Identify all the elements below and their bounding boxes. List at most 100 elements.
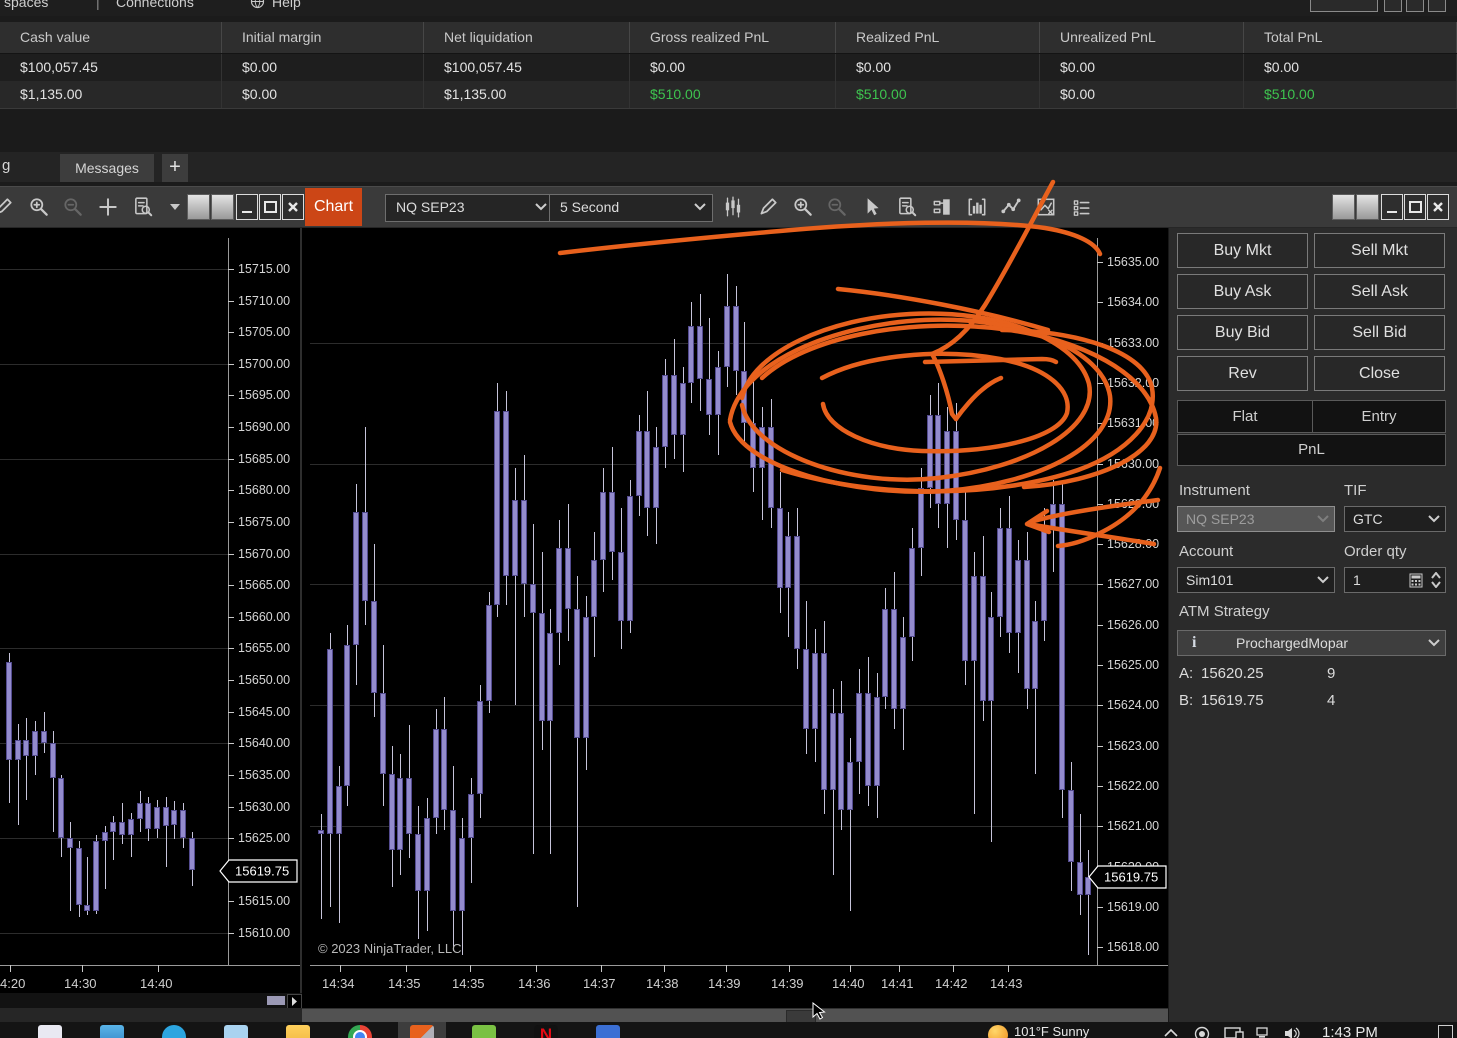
taskbar-ninjatrader-icon[interactable] bbox=[410, 1025, 434, 1038]
titlebar-button[interactable] bbox=[1310, 0, 1378, 12]
buy-mkt-button[interactable]: Buy Mkt bbox=[1177, 233, 1308, 268]
candle bbox=[626, 495, 633, 621]
zoom-out-icon[interactable] bbox=[826, 196, 848, 218]
tab-messages[interactable]: Messages bbox=[60, 154, 154, 182]
maximize-icon[interactable] bbox=[259, 194, 281, 220]
instrument-dropdown[interactable]: NQ SEP23 bbox=[385, 194, 554, 222]
menu-connections[interactable]: Connections bbox=[116, 0, 194, 10]
taskbar-trading-app-icon[interactable] bbox=[472, 1025, 496, 1038]
buy-bid-button[interactable]: Buy Bid bbox=[1177, 315, 1308, 350]
main-chart-scrollbar[interactable] bbox=[302, 1008, 1168, 1024]
tray-record-icon[interactable] bbox=[1194, 1026, 1210, 1038]
zigzag-icon[interactable] bbox=[1000, 196, 1022, 218]
weather-text[interactable]: 101°F Sunny bbox=[1014, 1024, 1089, 1038]
sell-ask-button[interactable]: Sell Ask bbox=[1314, 274, 1445, 309]
candles-icon[interactable] bbox=[722, 196, 744, 218]
entry-indicator[interactable]: Entry bbox=[1313, 401, 1445, 432]
table-row[interactable]: $1,135.00 $0.00 $1,135.00 $510.00 $510.00 $0.… bbox=[0, 81, 1457, 109]
close-icon[interactable] bbox=[1427, 194, 1449, 220]
candle bbox=[1067, 789, 1074, 863]
add-icon[interactable] bbox=[97, 196, 119, 218]
price-axis-tick bbox=[1097, 544, 1103, 545]
column-header[interactable]: Realized PnL bbox=[836, 22, 1040, 53]
column-header[interactable]: Cash value bbox=[0, 22, 222, 53]
tab-partial[interactable]: g bbox=[2, 157, 10, 174]
close-icon[interactable] bbox=[282, 194, 304, 220]
buy-ask-button[interactable]: Buy Ask bbox=[1177, 274, 1308, 309]
workspace-square-button[interactable] bbox=[187, 194, 210, 220]
tray-display-icon[interactable] bbox=[1224, 1027, 1244, 1038]
zoom-out-icon[interactable] bbox=[62, 196, 84, 218]
taskbar-folder-icon[interactable] bbox=[286, 1025, 310, 1038]
column-header[interactable]: Total PnL bbox=[1244, 22, 1457, 53]
flat-indicator[interactable]: Flat bbox=[1178, 401, 1312, 432]
menu-workspaces[interactable]: spaces bbox=[4, 0, 48, 10]
zoom-in-icon[interactable] bbox=[28, 196, 50, 218]
mini-chart-panel[interactable]: 15715.00 15710.00 15705.00 15700.00 15695.00… bbox=[0, 228, 302, 1008]
account-combo[interactable]: Sim101 bbox=[1177, 567, 1335, 593]
draw-icon[interactable] bbox=[0, 196, 14, 218]
table-row[interactable]: $100,057.45 $0.00 $100,057.45 $0.00 $0.00 $0.… bbox=[0, 54, 1457, 81]
taskbar-red-n-app-icon[interactable]: N bbox=[534, 1025, 558, 1038]
scrollbar-handle[interactable] bbox=[267, 996, 285, 1005]
taskbar-telegram-icon[interactable] bbox=[162, 1025, 186, 1038]
minimize-icon[interactable] bbox=[1381, 194, 1403, 220]
weather-sun-icon[interactable] bbox=[988, 1025, 1008, 1038]
column-header[interactable]: Gross realized PnL bbox=[630, 22, 836, 53]
scroll-right-arrow-icon[interactable] bbox=[287, 994, 302, 1009]
chart-settings-icon[interactable] bbox=[1035, 196, 1057, 218]
titlebar-close-icon[interactable] bbox=[1428, 0, 1446, 12]
list-icon[interactable] bbox=[1070, 196, 1092, 218]
spinner-up-down-icon[interactable] bbox=[1431, 572, 1441, 588]
candle bbox=[635, 431, 642, 496]
column-header[interactable]: Net liquidation bbox=[424, 22, 630, 53]
bars-icon[interactable] bbox=[966, 196, 988, 218]
taskbar-mail-icon[interactable] bbox=[100, 1025, 124, 1038]
zoom-in-icon[interactable] bbox=[792, 196, 814, 218]
taskbar-chrome-icon[interactable] bbox=[348, 1025, 372, 1038]
tray-volume-icon[interactable] bbox=[1284, 1026, 1302, 1038]
candle bbox=[564, 548, 571, 609]
sell-mkt-button[interactable]: Sell Mkt bbox=[1314, 233, 1445, 268]
main-chart-panel[interactable]: 15635.00 15634.00 15633.00 15632.00 15631.00… bbox=[302, 228, 1168, 1008]
column-header[interactable]: Unrealized PnL bbox=[1040, 22, 1244, 53]
cursor-icon[interactable] bbox=[861, 196, 883, 218]
taskbar-photos-icon[interactable] bbox=[224, 1025, 248, 1038]
report-icon[interactable] bbox=[132, 196, 154, 218]
instrument-combo[interactable]: NQ SEP23 bbox=[1177, 506, 1335, 532]
column-header[interactable]: Initial margin bbox=[222, 22, 424, 53]
rev-button[interactable]: Rev bbox=[1177, 356, 1308, 391]
panel-icon[interactable] bbox=[931, 196, 953, 218]
pnl-display[interactable]: PnL bbox=[1177, 434, 1446, 466]
mini-chart-scrollbar[interactable] bbox=[0, 993, 302, 1009]
tray-chevron-up-icon[interactable] bbox=[1164, 1028, 1178, 1038]
show-desktop-button[interactable] bbox=[1438, 1025, 1453, 1038]
taskbar-blue-app-icon[interactable] bbox=[596, 1025, 620, 1038]
quantity-stepper[interactable]: 1 bbox=[1344, 567, 1446, 593]
titlebar-maximize-icon[interactable] bbox=[1406, 0, 1424, 12]
close-button[interactable]: Close bbox=[1314, 356, 1445, 391]
atm-strategy-combo[interactable]: i ProchargedMopar bbox=[1177, 630, 1446, 656]
price-axis-label: 15705.00 bbox=[238, 325, 291, 339]
price-axis-tick bbox=[1097, 262, 1103, 263]
calculator-icon[interactable] bbox=[1409, 573, 1423, 588]
time-axis-tick bbox=[406, 965, 407, 972]
tif-combo[interactable]: GTC bbox=[1344, 506, 1446, 532]
tray-network-icon[interactable] bbox=[1256, 1026, 1274, 1038]
clock[interactable]: 1:43 PM bbox=[1322, 1024, 1378, 1038]
minimize-icon[interactable] bbox=[236, 194, 258, 220]
workspace-square-button[interactable] bbox=[1356, 194, 1379, 220]
workspace-square-button[interactable] bbox=[211, 194, 234, 220]
chart-window-tab[interactable]: Chart bbox=[305, 188, 362, 226]
draw-icon[interactable] bbox=[757, 196, 779, 218]
add-tab-button[interactable]: + bbox=[162, 154, 188, 182]
interval-dropdown[interactable]: 5 Second bbox=[549, 194, 713, 222]
taskbar-store-icon[interactable] bbox=[38, 1025, 62, 1038]
info-icon[interactable]: i bbox=[1192, 631, 1196, 655]
maximize-icon[interactable] bbox=[1404, 194, 1426, 220]
menu-help[interactable]: Help bbox=[272, 0, 301, 10]
workspace-square-button[interactable] bbox=[1332, 194, 1355, 220]
titlebar-minimize-icon[interactable] bbox=[1384, 0, 1402, 12]
report-icon[interactable] bbox=[896, 196, 918, 218]
sell-bid-button[interactable]: Sell Bid bbox=[1314, 315, 1445, 350]
